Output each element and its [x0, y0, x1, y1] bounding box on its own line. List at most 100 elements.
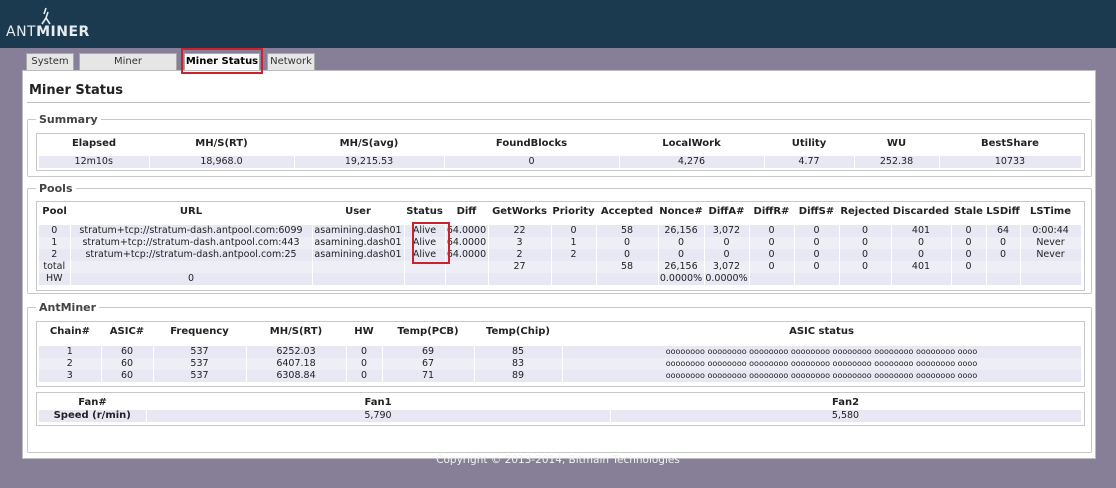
pool-cell	[1020, 273, 1082, 285]
chains-header: Frequency	[170, 326, 229, 337]
pool-cell: 64.0000	[445, 249, 489, 261]
pool-cell: 3,072	[704, 261, 750, 273]
chains-header: ASIC#	[109, 326, 145, 337]
pool-cell: 0	[658, 249, 705, 261]
pool-cell: 0.0000%	[658, 273, 705, 285]
chains-header-row: Chain# ASIC# Frequency MH/S(RT) HW Temp(…	[39, 324, 1081, 339]
pools-header: User	[345, 206, 371, 217]
summary-value: 0	[444, 156, 620, 168]
pool-cell: 0	[951, 249, 987, 261]
pool-cell	[986, 273, 1021, 285]
chain-cell: 83	[474, 358, 563, 370]
pools-header: DiffS#	[798, 206, 835, 217]
pool-cell: 0	[839, 237, 892, 249]
pool-cell: 1	[551, 237, 597, 249]
summary-value: 12m10s	[39, 156, 150, 168]
pool-cell	[551, 273, 597, 285]
pool-cell	[312, 261, 405, 273]
pool-cell: 0	[70, 273, 313, 285]
chain-cell: 0	[346, 358, 383, 370]
summary-header: Elapsed	[71, 138, 117, 149]
pool-cell: 2	[551, 249, 597, 261]
pool-cell: 2	[488, 249, 552, 261]
pool-cell	[891, 273, 952, 285]
pool-cell: 0.0000%	[704, 273, 750, 285]
tab-network[interactable]: Network	[267, 53, 315, 70]
chains-header: MH/S(RT)	[269, 326, 323, 337]
pool-cell	[1020, 261, 1082, 273]
tab-miner-configuration[interactable]: Miner Configuration	[79, 53, 177, 83]
chains-header: HW	[354, 326, 374, 337]
pool-cell: 0	[704, 237, 750, 249]
chain-cell: 0	[346, 346, 383, 358]
summary-value: 19,215.53	[294, 156, 445, 168]
fans-header: Fan2	[831, 397, 860, 408]
pools-header: Nonce#	[659, 206, 703, 217]
tab-system[interactable]: System	[26, 53, 74, 70]
chains-body-table: 1 60 537 6252.03 0 69 85 oooooooo oooooooo oooo…	[39, 346, 1082, 382]
page-title: Miner Status	[29, 83, 123, 98]
chains-box: Chain# ASIC# Frequency MH/S(RT) HW Temp(…	[36, 321, 1085, 387]
pools-box: Pool URL User Status Diff GetWorks Prior…	[36, 201, 1085, 291]
fans-header-row: Fan# Fan1 Fan2	[39, 395, 1081, 410]
pool-cell: 0	[794, 237, 840, 249]
pool-cell: 0	[986, 249, 1021, 261]
summary-legend: Summary	[39, 113, 98, 126]
pool-status	[404, 273, 446, 285]
asic-status: oooooooo oooooooo oooooooo oooooooo oooo…	[562, 358, 1082, 370]
pool-cell: 58	[596, 225, 659, 237]
pool-cell: 0	[951, 225, 987, 237]
fan1-speed: 5,790	[146, 410, 611, 422]
pool-cell: 401	[891, 261, 952, 273]
asic-status: oooooooo oooooooo oooooooo oooooooo oooo…	[562, 370, 1082, 382]
pools-header: Priority	[552, 206, 595, 217]
pool-cell	[551, 261, 597, 273]
chain-cell: 6252.03	[246, 346, 347, 358]
summary-table: Elapsed MH/S(RT) MH/S(avg) FoundBlocks L…	[39, 136, 1082, 168]
pool-cell: 0	[39, 225, 71, 237]
pools-table: Pool URL User Status Diff GetWorks Prior…	[39, 204, 1082, 225]
chain-row: 2 60 537 6407.18 0 67 83 oooooooo oooooooo oooo…	[39, 358, 1082, 370]
chain-cell: 6308.84	[246, 370, 347, 382]
chain-cell: 71	[382, 370, 475, 382]
pool-cell	[445, 273, 489, 285]
pool-cell: 0	[986, 237, 1021, 249]
pool-cell: 3,072	[704, 225, 750, 237]
pool-cell: 26,156	[658, 261, 705, 273]
summary-value: 4.77	[764, 156, 855, 168]
pool-cell	[749, 273, 795, 285]
chain-cell: 60	[101, 358, 154, 370]
pool-row: 0 stratum+tcp://stratum-dash.antpool.com:…	[39, 225, 1082, 237]
pools-header: Diff	[456, 206, 477, 217]
asic-status: oooooooo oooooooo oooooooo oooooooo oooo…	[562, 346, 1082, 358]
status-highlight-box	[412, 222, 450, 264]
chain-cell: 89	[474, 370, 563, 382]
chain-cell: 6407.18	[246, 358, 347, 370]
pool-cell: asamining.dash01	[312, 225, 405, 237]
chain-cell: 60	[101, 370, 154, 382]
pool-cell: 0	[794, 261, 840, 273]
chain-cell: 537	[153, 358, 247, 370]
pool-cell: 0	[794, 249, 840, 261]
pool-cell: Never	[1020, 237, 1082, 249]
pool-cell	[312, 273, 405, 285]
pool-cell: 0:00:44	[1020, 225, 1082, 237]
pool-cell: stratum+tcp://stratum-dash.antpool.com:6…	[70, 225, 313, 237]
pool-cell	[839, 273, 892, 285]
summary-value-row: 12m10s 18,968.0 19,215.53 0 4,276 4.77 2…	[39, 156, 1082, 168]
pool-cell: 1	[39, 237, 71, 249]
chain-cell: 537	[153, 370, 247, 382]
pool-cell: 0	[749, 225, 795, 237]
brand-wordmark: ANTMINER	[6, 24, 90, 40]
summary-header: LocalWork	[662, 138, 721, 149]
pool-cell: 3	[488, 237, 552, 249]
pool-cell: 64.0000	[445, 237, 489, 249]
summary-header: MH/S(avg)	[339, 138, 399, 149]
chains-header: ASIC status	[789, 326, 854, 337]
pool-cell: 0	[794, 225, 840, 237]
pool-cell: 0	[951, 261, 987, 273]
pools-header: DiffR#	[753, 206, 790, 217]
pool-cell: 26,156	[658, 225, 705, 237]
pool-cell: 58	[596, 261, 659, 273]
content-panel: Miner Status Summary Elapsed MH/S(RT) MH…	[22, 70, 1096, 459]
